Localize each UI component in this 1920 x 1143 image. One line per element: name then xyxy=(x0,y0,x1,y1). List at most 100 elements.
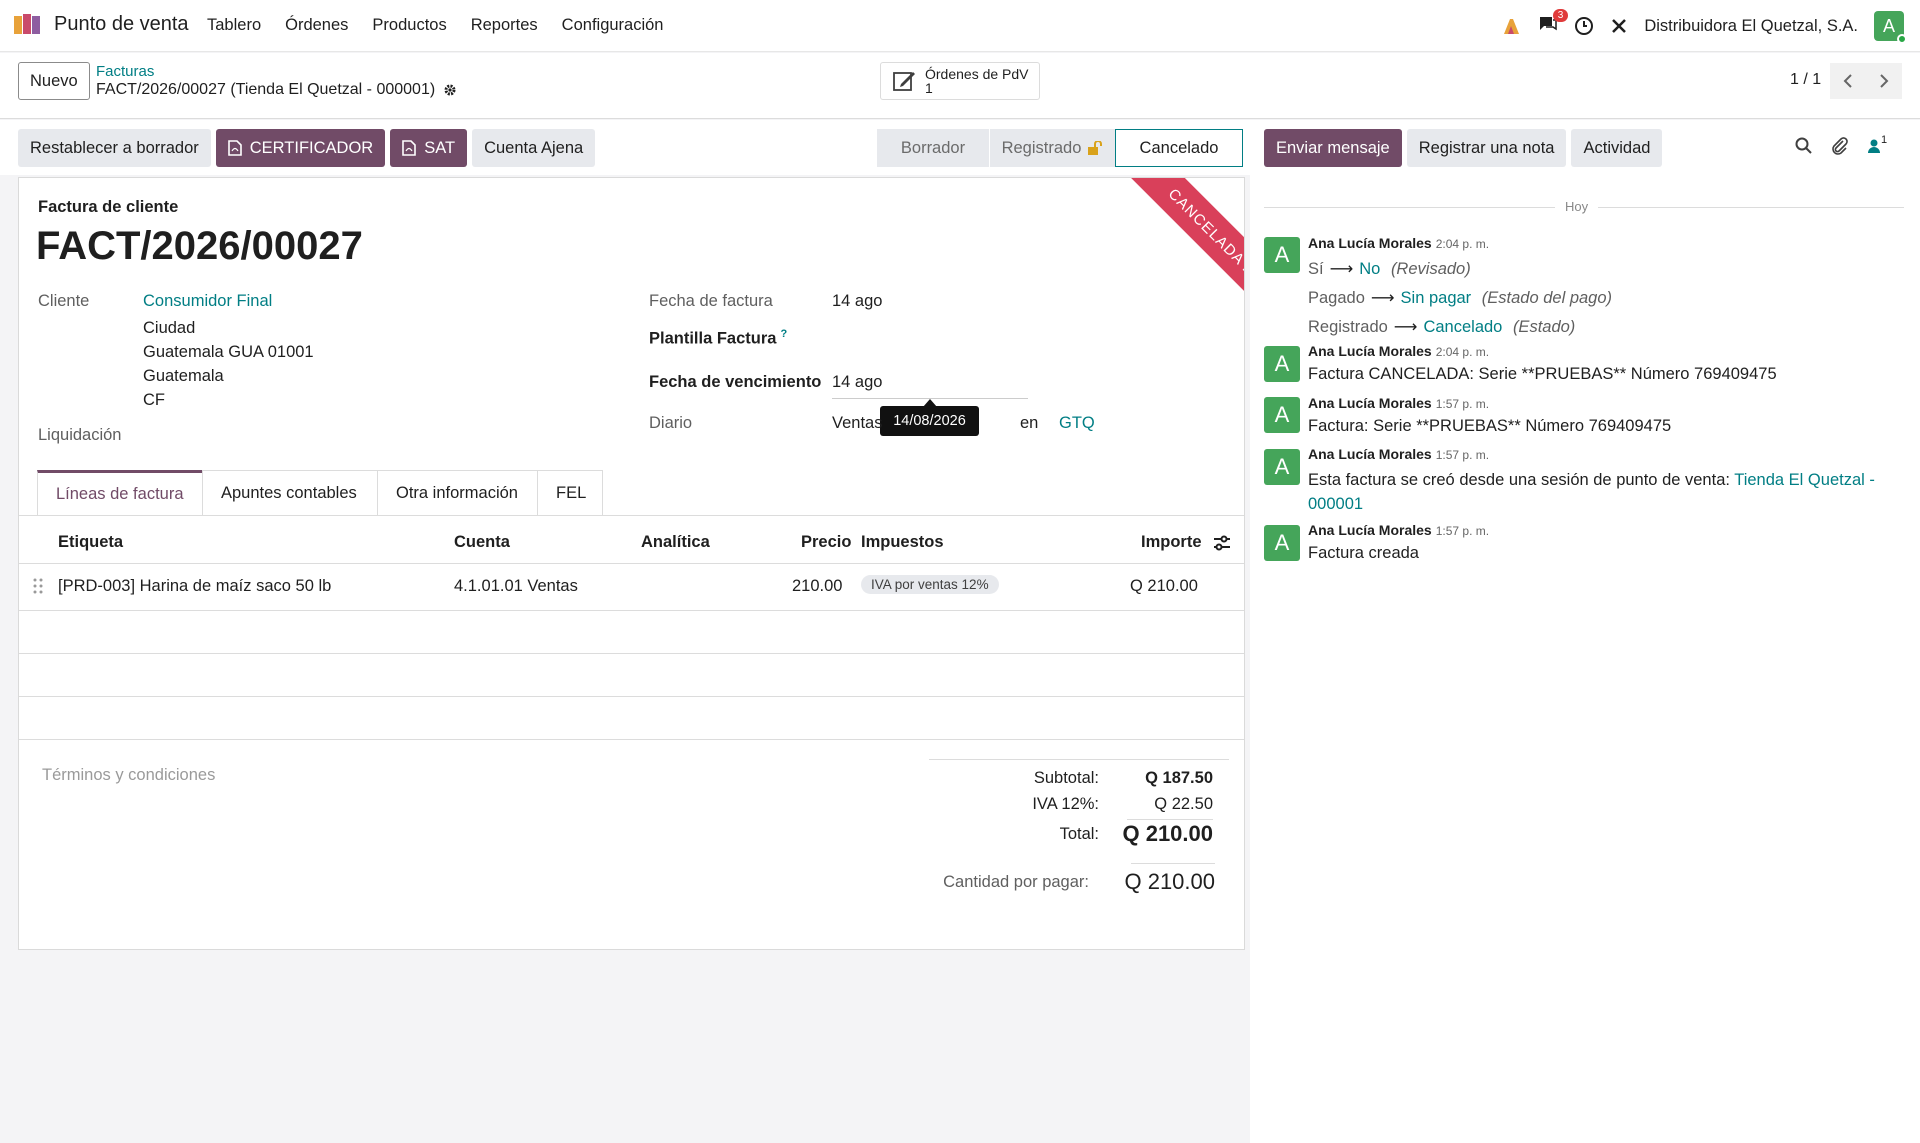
address-line: Guatemala GUA 01001 xyxy=(143,343,314,361)
table-row[interactable]: [PRD-003] Harina de maíz saco 50 lb 4.1.… xyxy=(19,564,1244,610)
line-label[interactable]: [PRD-003] Harina de maíz saco 50 lb xyxy=(58,577,331,596)
chatter-message: Ana Lucía Morales 1:57 p. m. Factura crea… xyxy=(1308,522,1908,563)
settlement-label: Liquidación xyxy=(38,426,122,444)
customer-name[interactable]: Consumidor Final xyxy=(143,292,272,311)
col-account[interactable]: Cuenta xyxy=(454,533,510,552)
line-taxes[interactable]: IVA por ventas 12% xyxy=(861,575,999,594)
optional-columns-icon[interactable] xyxy=(1213,535,1231,551)
company-switcher[interactable]: Distribuidora El Quetzal, S.A. xyxy=(1644,17,1858,36)
author-avatar[interactable]: A xyxy=(1264,237,1300,273)
currency-in-label: en xyxy=(1020,414,1039,432)
status-borrador[interactable]: Borrador xyxy=(877,129,989,167)
menu-ordenes[interactable]: Órdenes xyxy=(285,16,348,35)
subtotal-value: Q 187.50 xyxy=(1145,769,1213,787)
author-avatar[interactable]: A xyxy=(1264,346,1300,382)
main-menu: Tablero Órdenes Productos Reportes Confi… xyxy=(207,16,663,35)
sat-label: SAT xyxy=(424,138,456,157)
status-registrado[interactable]: Registrado xyxy=(989,129,1115,167)
line-price[interactable]: 210.00 xyxy=(792,577,842,596)
app-title[interactable]: Punto de venta xyxy=(14,12,189,36)
message-time: 1:57 p. m. xyxy=(1435,524,1490,538)
tracking-old: Registrado xyxy=(1308,318,1388,336)
tracking-new: Cancelado xyxy=(1423,318,1503,336)
journal-value[interactable]: Ventas xyxy=(832,414,882,433)
ribbon-text: CANCELADA FEL xyxy=(1113,178,1244,312)
search-icon[interactable] xyxy=(1795,137,1813,155)
col-analytic[interactable]: Analítica xyxy=(641,533,710,552)
chatter-message: Ana Lucía Morales 2:04 p. m. Sí ⟶ No (Revis… xyxy=(1308,235,1908,337)
message-time: 1:57 p. m. xyxy=(1435,448,1490,462)
message-author[interactable]: Ana Lucía Morales xyxy=(1308,395,1432,411)
chatter-message: Ana Lucía Morales 1:57 p. m. Esta factura… xyxy=(1308,446,1908,516)
drag-handle-icon[interactable] xyxy=(33,578,43,594)
new-button[interactable]: Nuevo xyxy=(18,62,90,100)
author-avatar[interactable]: A xyxy=(1264,397,1300,433)
invoice-date-value[interactable]: 14 ago xyxy=(832,292,882,311)
template-label: Plantilla Factura? xyxy=(649,328,787,349)
currency-value[interactable]: GTQ xyxy=(1059,414,1095,433)
message-author[interactable]: Ana Lucía Morales xyxy=(1308,522,1432,538)
author-avatar[interactable]: A xyxy=(1264,525,1300,561)
chatter-message: Ana Lucía Morales 2:04 p. m. Factura CANC… xyxy=(1308,343,1908,384)
due-date-input[interactable]: 14 ago xyxy=(832,373,1028,399)
ai-assistant-icon[interactable] xyxy=(1502,17,1522,35)
sat-button[interactable]: SAT xyxy=(390,129,468,167)
tab-journal-items[interactable]: Apuntes contables xyxy=(202,470,378,516)
col-amount[interactable]: Importe xyxy=(1141,533,1202,552)
col-label[interactable]: Etiqueta xyxy=(58,533,123,552)
message-author[interactable]: Ana Lucía Morales xyxy=(1308,343,1432,359)
online-dot xyxy=(1897,34,1907,44)
messages-icon[interactable]: 3 xyxy=(1538,8,1569,38)
followers-count: 1 xyxy=(1881,134,1888,146)
customer-address: Ciudad Guatemala GUA 01001 Guatemala CF xyxy=(143,316,314,412)
tools-icon[interactable] xyxy=(1610,17,1628,35)
message-time: 2:04 p. m. xyxy=(1435,345,1490,359)
message-author[interactable]: Ana Lucía Morales xyxy=(1308,235,1432,251)
tracking-new: No xyxy=(1359,260,1381,278)
paperclip-icon[interactable] xyxy=(1831,137,1849,155)
followers-button[interactable]: 1 xyxy=(1867,134,1887,154)
line-account[interactable]: 4.1.01.01 Ventas xyxy=(454,577,578,596)
send-message-button[interactable]: Enviar mensaje xyxy=(1264,129,1402,167)
menu-configuracion[interactable]: Configuración xyxy=(562,16,664,35)
pdf-icon xyxy=(227,140,242,156)
gear-icon[interactable] xyxy=(443,83,457,97)
breadcrumb-parent[interactable]: Facturas xyxy=(96,63,154,80)
message-author[interactable]: Ana Lucía Morales xyxy=(1308,446,1432,462)
tracking-field: (Estado del pago) xyxy=(1481,289,1613,307)
tracking-new: Sin pagar xyxy=(1400,289,1472,307)
terms-conditions-field[interactable]: Términos y condiciones xyxy=(42,766,215,785)
total-divider xyxy=(1127,819,1213,820)
menu-tablero[interactable]: Tablero xyxy=(207,16,261,35)
status-cancelado[interactable]: Cancelado xyxy=(1115,129,1243,167)
user-avatar[interactable]: A xyxy=(1874,11,1907,44)
third-party-account-button[interactable]: Cuenta Ajena xyxy=(472,129,596,167)
menu-reportes[interactable]: Reportes xyxy=(471,16,538,35)
col-taxes[interactable]: Impuestos xyxy=(861,533,944,552)
control-panel: Nuevo Facturas FACT/2026/00027 (Tienda E… xyxy=(0,53,1920,119)
pager-next-button[interactable] xyxy=(1866,63,1902,99)
row-divider xyxy=(19,696,1244,697)
customer-label: Cliente xyxy=(38,292,90,310)
message-body: Factura: Serie **PRUEBAS** Número 769409… xyxy=(1308,417,1672,435)
log-note-button[interactable]: Registrar una nota xyxy=(1406,129,1567,167)
message-time: 2:04 p. m. xyxy=(1435,237,1490,251)
activity-button[interactable]: Actividad xyxy=(1571,129,1663,167)
tab-invoice-lines[interactable]: Líneas de factura xyxy=(37,470,203,516)
template-label-text: Plantilla Factura xyxy=(649,329,777,348)
reset-to-draft-button[interactable]: Restablecer a borrador xyxy=(18,129,211,167)
author-avatar[interactable]: A xyxy=(1264,449,1300,485)
col-price[interactable]: Precio xyxy=(801,533,851,552)
tax-value: Q 22.50 xyxy=(1154,795,1213,813)
menu-productos[interactable]: Productos xyxy=(372,16,446,35)
tab-other-info[interactable]: Otra información xyxy=(377,470,538,516)
pager-previous-button[interactable] xyxy=(1830,63,1866,99)
help-tooltip-icon[interactable]: ? xyxy=(780,328,787,340)
tabs-divider xyxy=(19,515,1244,516)
pos-orders-smart-button[interactable]: Órdenes de PdV 1 xyxy=(880,62,1040,100)
clock-icon[interactable] xyxy=(1574,16,1594,36)
pager-value[interactable]: 1 / 1 xyxy=(1790,71,1821,89)
chevron-left-icon xyxy=(1843,74,1852,88)
certifier-button[interactable]: CERTIFICADOR xyxy=(215,129,386,167)
tab-fel[interactable]: FEL xyxy=(537,470,603,516)
